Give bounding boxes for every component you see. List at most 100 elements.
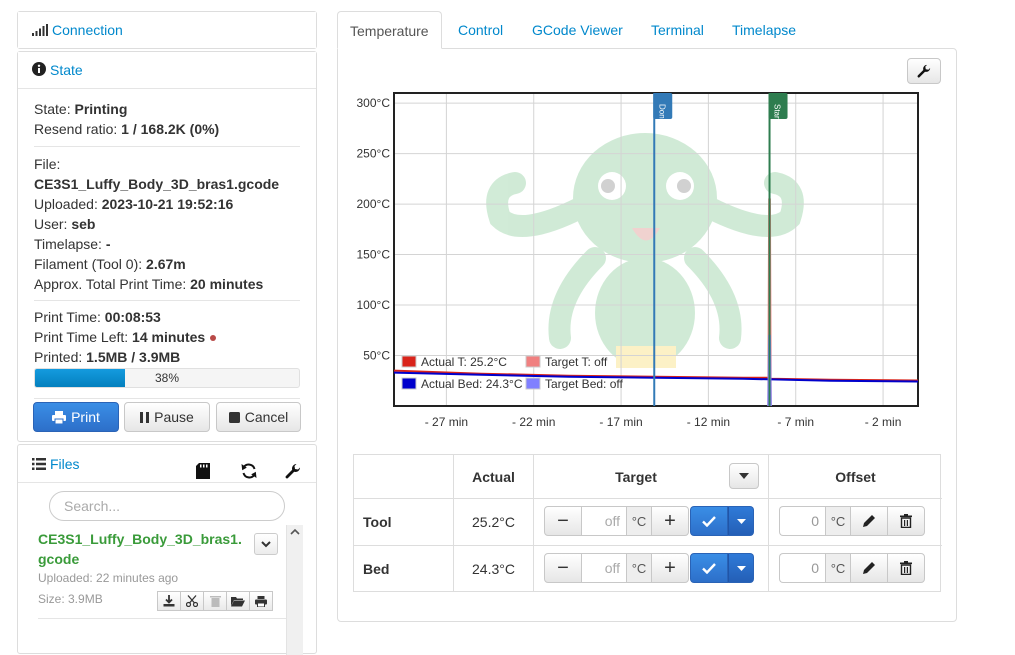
stop-icon (228, 411, 240, 423)
legend-swatch-3 (525, 377, 541, 390)
list-icon (32, 446, 46, 484)
refresh-icon[interactable] (241, 455, 259, 479)
pencil-icon[interactable] (850, 506, 888, 536)
tool-target-stepper: − off °C + (544, 506, 689, 536)
legend-label-0: Actual T: 25.2°C (421, 355, 507, 369)
x-tick-label: - 12 min (687, 415, 730, 429)
connection-panel: Connection (17, 11, 317, 49)
tool-offset-control: 0 °C (779, 506, 925, 536)
folder-open-icon[interactable] (226, 591, 250, 611)
tab-timelapse[interactable]: Timelapse (720, 11, 808, 49)
caret-down-icon (739, 473, 749, 479)
caret-down-icon[interactable] (728, 506, 754, 536)
legend-swatch-1 (525, 355, 541, 368)
print-time-line: Print Time: 00:08:53 (34, 309, 161, 325)
tool-target-input[interactable]: off (582, 506, 626, 536)
file-menu-button[interactable] (254, 533, 278, 555)
y-tick-label: 200°C (357, 197, 391, 211)
bed-target-set-button[interactable] (690, 553, 754, 583)
y-tick-label: 150°C (357, 248, 391, 262)
table-header-blank (354, 455, 454, 499)
progress-text: 38% (154, 371, 180, 385)
print-progress: 38% (34, 368, 300, 388)
files-header[interactable]: Files (18, 445, 316, 483)
bed-actual: 24.3°C (454, 546, 534, 592)
y-tick-label: 100°C (357, 298, 391, 312)
tool-actual: 25.2°C (454, 499, 534, 546)
marker-label-1: Start (773, 104, 782, 122)
check-icon[interactable] (690, 506, 728, 536)
file-name-link[interactable]: CE3S1_Luffy_Body_3D_bras1.gcode (38, 529, 248, 569)
signal-icon (32, 13, 48, 49)
tool-offset-input[interactable]: 0 (779, 506, 825, 536)
info-circle-icon (32, 53, 46, 89)
cancel-button[interactable]: Cancel (216, 402, 301, 432)
x-tick-label: - 7 min (777, 415, 814, 429)
file-list-item[interactable]: CE3S1_Luffy_Body_3D_bras1.gcode Uploaded… (38, 529, 286, 619)
x-tick-label: - 2 min (865, 415, 902, 429)
time-left-line: Print Time Left: 14 minutes (34, 327, 300, 347)
scroll-up-icon[interactable] (287, 525, 303, 539)
bed-target-decrease-button[interactable]: − (544, 553, 582, 583)
tab-terminal[interactable]: Terminal (639, 11, 716, 49)
wrench-icon (917, 64, 931, 78)
file-label: File: (34, 156, 61, 172)
wrench-icon[interactable] (285, 455, 303, 479)
printer-icon[interactable] (249, 591, 273, 611)
file-list-scrollbar[interactable] (286, 525, 303, 655)
resend-line: Resend ratio: 1 / 168.2K (0%) (34, 121, 220, 137)
tool-target-unit: °C (626, 506, 652, 536)
bed-offset-input[interactable]: 0 (779, 553, 825, 583)
trash-icon[interactable] (887, 553, 925, 583)
x-tick-label: - 22 min (512, 415, 555, 429)
file-uploaded: Uploaded: 22 minutes ago (38, 571, 179, 585)
caret-down-icon[interactable] (728, 553, 754, 583)
state-line: State: Printing (34, 101, 128, 117)
file-search-input[interactable] (49, 491, 285, 521)
pencil-icon[interactable] (850, 553, 888, 583)
print-button[interactable]: Print (33, 402, 119, 432)
tool-target-increase-button[interactable]: + (651, 506, 689, 536)
graph-settings-button[interactable] (907, 58, 941, 84)
connection-label: Connection (52, 22, 123, 38)
trash-icon[interactable] (887, 506, 925, 536)
trash-icon[interactable] (203, 591, 227, 611)
main-tabs: Temperature Control GCode Viewer Termina… (337, 11, 957, 49)
filament-line: Filament (Tool 0): 2.67m (34, 256, 186, 272)
tool-target-set-button[interactable] (690, 506, 754, 536)
bed-target-increase-button[interactable]: + (651, 553, 689, 583)
bed-target-input[interactable]: off (582, 553, 626, 583)
scissors-icon[interactable] (180, 591, 204, 611)
bed-target-stepper: − off °C + (544, 553, 689, 583)
row-tool-label: Tool (354, 499, 454, 546)
state-body: State: Printing Resend ratio: 1 / 168.2K… (18, 88, 316, 399)
octopus-watermark-icon (486, 133, 804, 368)
bed-target-unit: °C (626, 553, 652, 583)
connection-header[interactable]: Connection (18, 12, 316, 48)
marker-label-0: Done (657, 104, 666, 124)
tab-temperature[interactable]: Temperature (337, 11, 442, 49)
legend-swatch-0 (401, 355, 417, 368)
tool-offset-unit: °C (825, 506, 851, 536)
temperature-chart: 50°C 100°C 150°C 200°C 250°C 300°C - 27 min - … (357, 92, 919, 429)
download-icon[interactable] (157, 591, 181, 611)
file-value: CE3S1_Luffy_Body_3D_bras1.gcode (34, 176, 280, 192)
x-tick-label: - 17 min (599, 415, 642, 429)
state-header[interactable]: State (18, 52, 316, 88)
pause-button[interactable]: Pause (124, 402, 210, 432)
total-time-line: Approx. Total Print Time: 20 minutes (34, 276, 264, 292)
state-panel: State State: Printing Resend ratio: 1 / … (17, 51, 317, 442)
tool-target-decrease-button[interactable]: − (544, 506, 582, 536)
printer-icon (52, 410, 67, 424)
y-tick-label: 250°C (357, 147, 391, 161)
check-icon[interactable] (690, 553, 728, 583)
estimate-dot-icon (210, 335, 217, 342)
legend-swatch-2 (401, 377, 417, 390)
files-panel: Files CE3S1_Luffy_Body_3D_bras1.gcode Up… (17, 444, 317, 655)
row-bed-label: Bed (354, 546, 454, 592)
tab-gcode-viewer[interactable]: GCode Viewer (520, 11, 635, 49)
target-presets-dropdown[interactable] (729, 463, 759, 489)
sd-card-icon[interactable] (196, 455, 214, 479)
chevron-down-icon (261, 541, 271, 548)
tab-control[interactable]: Control (446, 11, 515, 49)
